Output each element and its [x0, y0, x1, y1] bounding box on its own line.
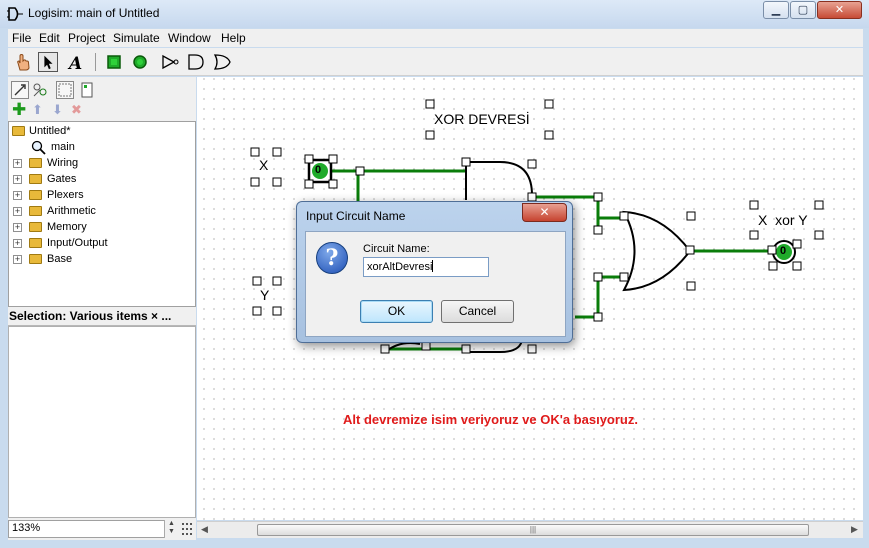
- maximize-icon[interactable]: ▢: [790, 1, 816, 19]
- folder-icon: [29, 222, 42, 232]
- explore-tool-icon[interactable]: [11, 81, 29, 99]
- horizontal-scrollbar[interactable]: ◀ ||| ▶: [197, 521, 863, 538]
- minimize-icon[interactable]: ▁: [763, 1, 789, 19]
- layout-view-icon[interactable]: [78, 81, 96, 99]
- tree-item-input-output[interactable]: + Input/Output: [13, 235, 183, 251]
- or-gate-icon[interactable]: [212, 52, 232, 72]
- attribute-table[interactable]: [8, 326, 196, 518]
- attr-view-icon[interactable]: [56, 81, 74, 99]
- svg-text:A: A: [67, 54, 82, 72]
- question-icon: ?: [316, 242, 348, 274]
- tree-label: Arithmetic: [47, 205, 96, 217]
- output-label[interactable]: X xor Y: [758, 212, 808, 228]
- folder-icon: [29, 206, 42, 216]
- and-gate-top: [466, 161, 533, 196]
- tree-label: Untitled*: [29, 125, 71, 137]
- circuit-name-label: Circuit Name:: [363, 243, 430, 255]
- menu-edit[interactable]: Edit: [39, 31, 60, 45]
- text-tool-icon[interactable]: A: [66, 52, 86, 72]
- tree-item-base[interactable]: + Base: [13, 251, 183, 267]
- simulate-tool-icon[interactable]: [31, 81, 49, 99]
- not-gate-icon[interactable]: [160, 52, 180, 72]
- folder-icon: [29, 174, 42, 184]
- tree-item-wiring[interactable]: + Wiring: [13, 155, 183, 171]
- poke-hand-icon[interactable]: [13, 52, 33, 72]
- grid-toggle-icon[interactable]: [180, 520, 194, 538]
- tree-label: main: [51, 141, 75, 153]
- text-caret: [432, 260, 434, 272]
- and-gate-icon[interactable]: [186, 52, 206, 72]
- dialog-body: ? Circuit Name: xorAltDevresi OK Cancel: [305, 231, 566, 337]
- tree-item-memory[interactable]: + Memory: [13, 219, 183, 235]
- input-x-value: 0: [315, 164, 322, 176]
- expand-icon[interactable]: +: [13, 191, 22, 200]
- project-tree: Untitled* main + Wiring + Gates + Plexer…: [8, 121, 196, 307]
- zoom-field[interactable]: 133%: [8, 520, 178, 538]
- zoom-spinner[interactable]: ▲ ▼: [164, 520, 178, 538]
- menu-window[interactable]: Window: [168, 31, 211, 45]
- window-title: Logisim: main of Untitled: [28, 6, 160, 20]
- circuit-name-value: xorAltDevresi: [367, 261, 433, 273]
- menu-file[interactable]: File: [12, 31, 31, 45]
- folder-icon: [29, 158, 42, 168]
- close-icon[interactable]: ✕: [817, 1, 862, 19]
- tree-label: Wiring: [47, 157, 79, 169]
- folder-icon: [29, 254, 42, 264]
- ok-button[interactable]: OK: [360, 300, 433, 323]
- input-y-label[interactable]: Y: [260, 287, 269, 303]
- cancel-button[interactable]: Cancel: [441, 300, 514, 323]
- expand-icon[interactable]: +: [13, 255, 22, 264]
- input-x-label[interactable]: X: [259, 157, 268, 173]
- expand-icon[interactable]: +: [13, 159, 22, 168]
- input-circuit-name-dialog: Input Circuit Name ✕ ? Circuit Name: xor…: [296, 201, 573, 343]
- folder-icon: [29, 190, 42, 200]
- scroll-thumb[interactable]: |||: [257, 524, 809, 536]
- circuit-title-label[interactable]: XOR DEVRESİ: [434, 111, 530, 127]
- circuit-name-input[interactable]: xorAltDevresi: [363, 257, 489, 277]
- output-pin-icon[interactable]: [130, 52, 150, 72]
- menu-project[interactable]: Project: [68, 31, 105, 45]
- folder-icon: [29, 238, 42, 248]
- expand-icon[interactable]: +: [13, 207, 22, 216]
- tree-label: Input/Output: [47, 237, 108, 249]
- magnifier-icon: [31, 140, 46, 155]
- selection-header: Selection: Various items × ...: [8, 308, 196, 326]
- tree-label: Plexers: [47, 189, 84, 201]
- input-pin-icon[interactable]: [104, 52, 124, 72]
- expand-icon[interactable]: +: [13, 239, 22, 248]
- toolbar: A: [8, 48, 863, 76]
- instruction-caption: Alt devremize isim veriyoruz ve OK'a bas…: [343, 412, 638, 427]
- add-circuit-icon[interactable]: ✚: [12, 101, 26, 118]
- dialog-title: Input Circuit Name: [306, 209, 406, 223]
- tree-item-arithmetic[interactable]: + Arithmetic: [13, 203, 183, 219]
- menu-bar: File Edit Project Simulate Window Help: [8, 29, 863, 47]
- scroll-right-icon[interactable]: ▶: [851, 524, 858, 535]
- move-up-icon[interactable]: ⬆: [32, 103, 46, 117]
- folder-open-icon: [12, 126, 25, 136]
- tree-label: Base: [47, 253, 73, 265]
- delete-icon[interactable]: ✖: [71, 103, 85, 117]
- tree-item-plexers[interactable]: + Plexers: [13, 187, 183, 203]
- tree-label: Gates: [47, 173, 77, 185]
- select-arrow-icon[interactable]: [38, 52, 58, 72]
- logisim-app-icon: [7, 7, 23, 21]
- scroll-left-icon[interactable]: ◀: [201, 524, 208, 535]
- or-gate: [622, 210, 692, 292]
- move-down-icon[interactable]: ⬇: [52, 103, 66, 117]
- dialog-close-icon[interactable]: ✕: [522, 203, 567, 222]
- menu-help[interactable]: Help: [221, 31, 246, 45]
- tree-label: Memory: [47, 221, 87, 233]
- menu-simulate[interactable]: Simulate: [113, 31, 160, 45]
- expand-icon[interactable]: +: [13, 223, 22, 232]
- title-bar: Logisim: main of Untitled ▁ ▢ ✕: [0, 0, 869, 28]
- output-value: 0: [780, 245, 787, 257]
- tree-item-gates[interactable]: + Gates: [13, 171, 183, 187]
- toolbar-separator: [95, 53, 96, 71]
- expand-icon[interactable]: +: [13, 175, 22, 184]
